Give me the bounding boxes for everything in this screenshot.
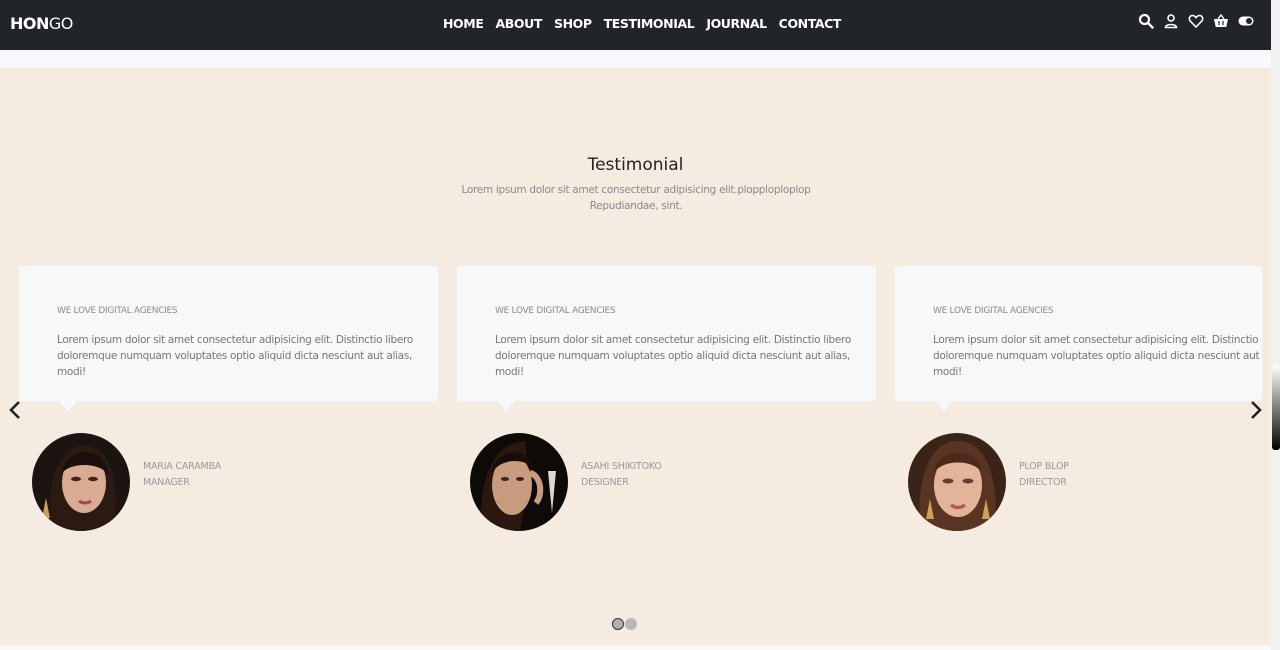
nav-icons — [1138, 13, 1263, 29]
carousel-dot[interactable] — [625, 618, 637, 630]
card-text: Lorem ipsum dolor sit amet consectetur a… — [57, 334, 413, 378]
scrollbar-thumb[interactable] — [1272, 365, 1280, 450]
card-tag: WE LOVE DIGITAL AGENCIES — [933, 306, 1054, 316]
person-role: DESIGNER — [581, 477, 629, 488]
logo[interactable]: HONGO — [10, 14, 73, 33]
chevron-right-icon[interactable] — [1248, 399, 1264, 421]
nav-shop[interactable]: SHOP — [554, 16, 592, 31]
testimonial-card: WE LOVE DIGITAL AGENCIES Lorem ipsum dol… — [19, 266, 438, 401]
nav-testimonial[interactable]: TESTIMONIAL — [604, 16, 695, 31]
logo-bold: HON — [10, 14, 49, 33]
testimonial-card: WE LOVE DIGITAL AGENCIES Lorem ipsum dol… — [457, 266, 876, 401]
avatar — [908, 433, 1006, 531]
section-subtitle: Lorem ipsum dolor sit amet consectetur a… — [461, 184, 811, 212]
card-pointer — [497, 401, 515, 411]
card-text: Lorem ipsum dolor sit amet consectetur a… — [495, 334, 851, 378]
nav-journal[interactable]: JOURNAL — [706, 16, 767, 31]
nav-home[interactable]: HOME — [443, 16, 484, 31]
basket-icon[interactable] — [1213, 13, 1229, 29]
logo-thin: GO — [48, 14, 74, 33]
user-icon[interactable] — [1163, 13, 1179, 29]
avatar — [470, 433, 568, 531]
toggle-icon[interactable] — [1238, 13, 1254, 29]
person-role: DIRECTOR — [1019, 477, 1067, 488]
navbar: HONGO HOME ABOUT SHOP TESTIMONIAL JOURNA… — [0, 0, 1271, 50]
search-icon[interactable] — [1138, 13, 1154, 29]
card-pointer — [935, 401, 953, 411]
card-text: Lorem ipsum dolor sit amet consectetur a… — [933, 334, 1262, 378]
nav-links: HOME ABOUT SHOP TESTIMONIAL JOURNAL CONT… — [443, 16, 853, 31]
card-tag: WE LOVE DIGITAL AGENCIES — [57, 306, 178, 316]
carousel-dots — [612, 618, 637, 630]
section-title: Testimonial — [587, 155, 684, 175]
nav-about[interactable]: ABOUT — [495, 16, 542, 31]
carousel-dot[interactable] — [612, 618, 624, 630]
card-tag: WE LOVE DIGITAL AGENCIES — [495, 306, 616, 316]
chevron-left-icon[interactable] — [7, 399, 23, 421]
person-name: PLOP BLOP — [1019, 461, 1069, 472]
testimonial-card: WE LOVE DIGITAL AGENCIES Lorem ipsum dol… — [895, 266, 1262, 401]
nav-contact[interactable]: CONTACT — [779, 16, 842, 31]
person-name: MARIA CARAMBA — [143, 461, 222, 472]
testimonial-section: Testimonial Lorem ipsum dolor sit amet c… — [0, 68, 1271, 645]
card-pointer — [59, 401, 77, 411]
avatar — [32, 433, 130, 531]
person-name: ASAHI SHIKITOKO — [581, 461, 662, 472]
person-role: MANAGER — [143, 477, 190, 488]
heart-icon[interactable] — [1188, 13, 1204, 29]
scrollbar-track[interactable] — [1271, 0, 1280, 650]
